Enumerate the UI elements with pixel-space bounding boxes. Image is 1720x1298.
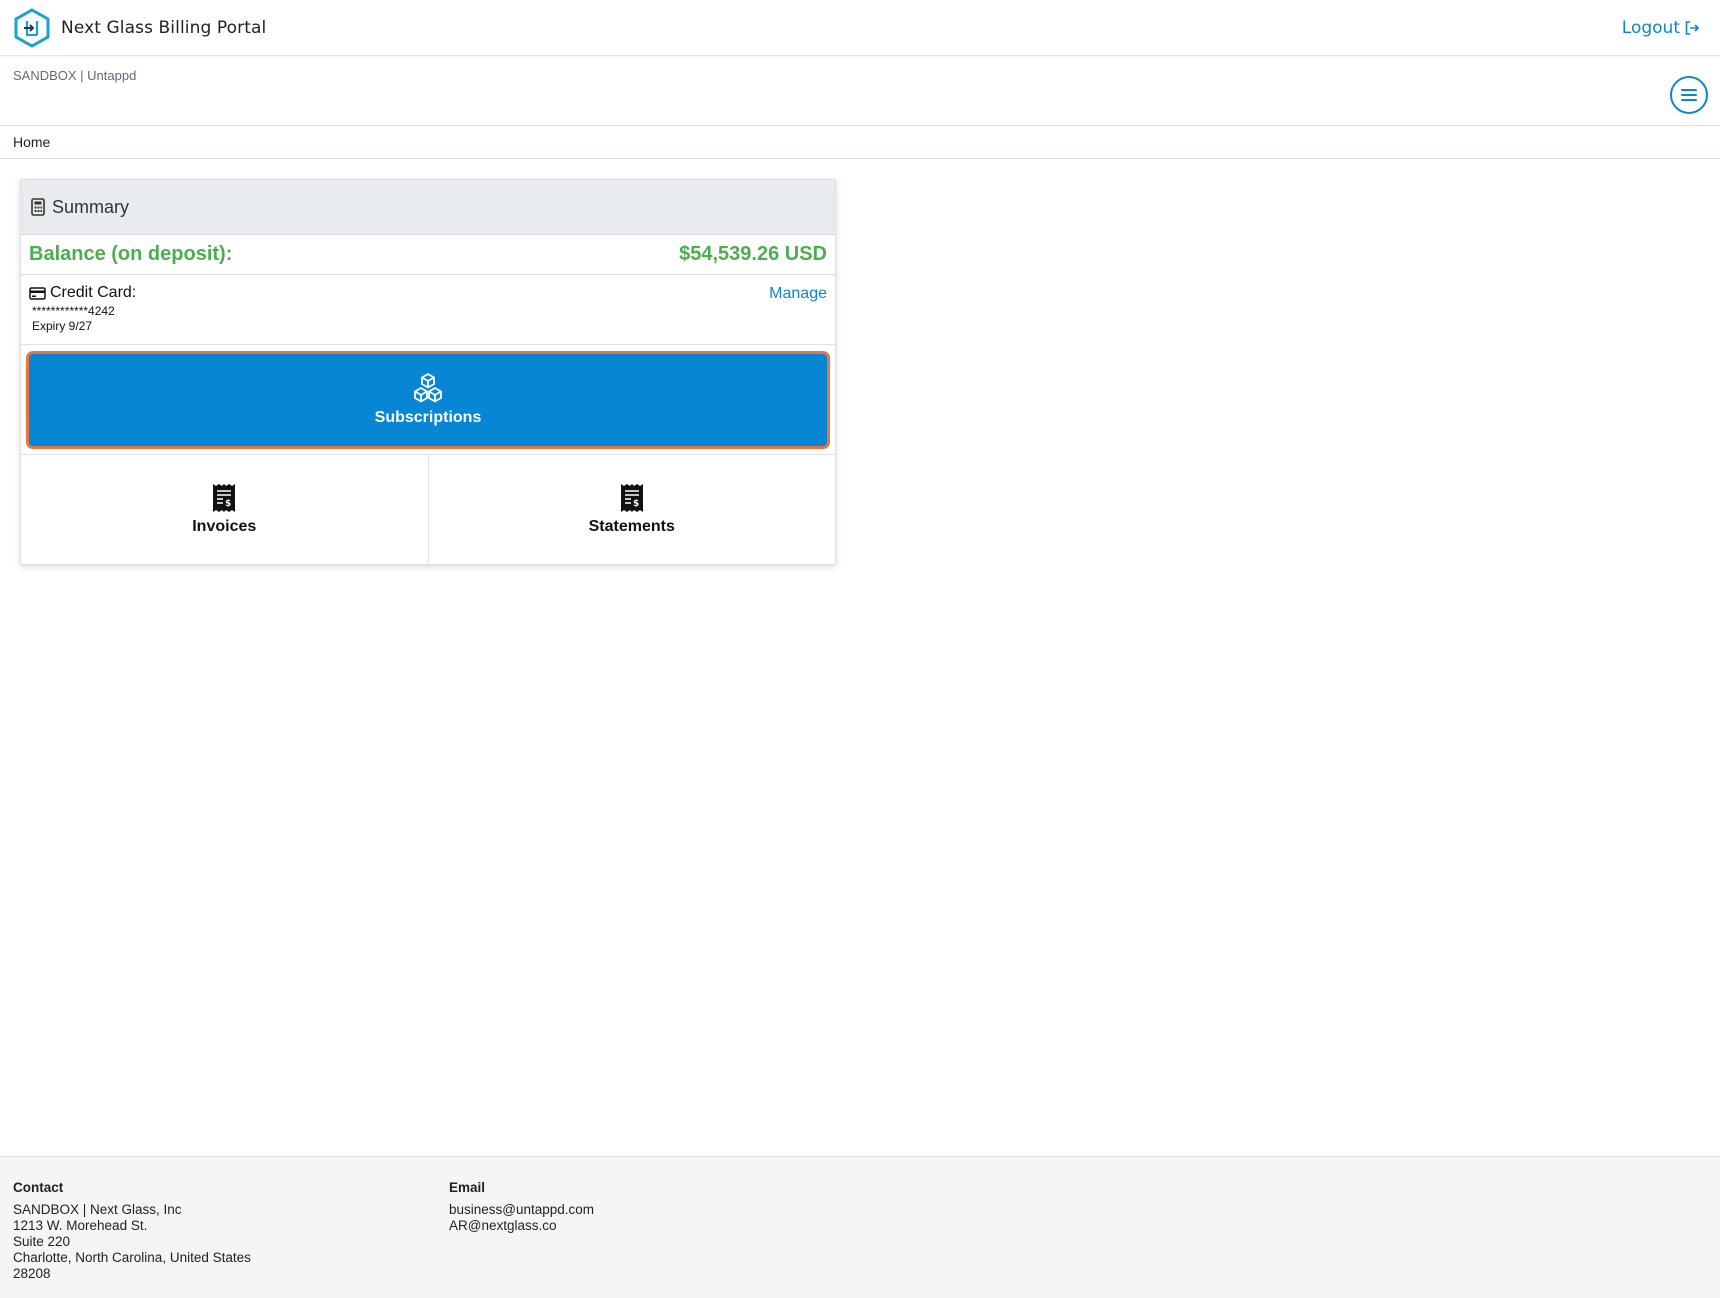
balance-row: Balance (on deposit): $54,539.26 USD bbox=[21, 235, 835, 275]
credit-card-icon bbox=[29, 286, 46, 300]
credit-card-row: Credit Card: ************4242 Expiry 9/2… bbox=[21, 275, 835, 345]
app-title: Next Glass Billing Portal bbox=[61, 18, 267, 38]
summary-title: Summary bbox=[52, 196, 130, 217]
receipt-icon: $ bbox=[213, 484, 236, 512]
footer-email: Email business@untappd.com AR@nextglass.… bbox=[449, 1180, 594, 1234]
statements-label: Statements bbox=[588, 518, 675, 535]
footer-contact: Contact SANDBOX | Next Glass, Inc 1213 W… bbox=[13, 1180, 251, 1282]
balance-value: $54,539.26 USD bbox=[679, 243, 827, 265]
cubes-icon bbox=[414, 373, 442, 403]
card-number: ************4242 bbox=[32, 304, 115, 318]
contact-line: SANDBOX | Next Glass, Inc bbox=[13, 1202, 182, 1217]
contact-line: 1213 W. Morehead St. bbox=[13, 1218, 148, 1233]
hexagon-logo-icon bbox=[14, 8, 50, 48]
credit-card-title: Credit Card: bbox=[29, 284, 827, 302]
org-label: SANDBOX | Untappd bbox=[13, 68, 137, 83]
top-header: Next Glass Billing Portal Logout bbox=[0, 0, 1720, 56]
contact-line: 28208 bbox=[13, 1266, 51, 1281]
footer: Contact SANDBOX | Next Glass, Inc 1213 W… bbox=[0, 1156, 1720, 1298]
sub-header: SANDBOX | Untappd bbox=[0, 57, 1720, 126]
statements-button[interactable]: $ Statements bbox=[427, 455, 836, 564]
contact-line: Charlotte, North Carolina, United States bbox=[13, 1250, 251, 1265]
summary-header: Summary bbox=[21, 180, 835, 235]
calculator-icon bbox=[31, 198, 45, 216]
card-expiry: Expiry 9/27 bbox=[32, 319, 93, 333]
logout-label: Logout bbox=[1621, 18, 1680, 38]
breadcrumb-home[interactable]: Home bbox=[13, 134, 50, 150]
breadcrumb: Home bbox=[0, 126, 1720, 159]
contact-heading: Contact bbox=[13, 1180, 64, 1195]
logout-link[interactable]: Logout bbox=[1622, 18, 1700, 38]
email-heading: Email bbox=[449, 1180, 486, 1195]
svg-text:$: $ bbox=[633, 499, 639, 509]
invoices-button[interactable]: $ Invoices bbox=[21, 455, 428, 564]
subscriptions-wrap: Subscriptions bbox=[21, 345, 835, 455]
email-line[interactable]: AR@nextglass.co bbox=[449, 1218, 594, 1234]
summary-card: Summary Balance (on deposit): $54,539.26… bbox=[20, 179, 836, 565]
manage-card-link[interactable]: Manage bbox=[769, 285, 827, 303]
document-tiles: $ Invoices $ Statements bbox=[21, 455, 835, 564]
credit-card-label: Credit Card: bbox=[50, 284, 137, 301]
svg-text:$: $ bbox=[225, 499, 231, 509]
subscriptions-label: Subscriptions bbox=[374, 409, 482, 426]
invoices-label: Invoices bbox=[192, 518, 257, 535]
receipt-icon: $ bbox=[620, 484, 643, 512]
brand[interactable]: Next Glass Billing Portal bbox=[13, 8, 266, 48]
hamburger-menu-icon bbox=[1681, 89, 1697, 101]
subscriptions-button[interactable]: Subscriptions bbox=[26, 351, 830, 449]
email-line[interactable]: business@untappd.com bbox=[449, 1202, 594, 1218]
menu-button[interactable] bbox=[1670, 76, 1708, 114]
contact-line: Suite 220 bbox=[13, 1234, 71, 1249]
balance-label: Balance (on deposit): bbox=[29, 243, 233, 265]
logout-icon bbox=[1685, 21, 1700, 35]
